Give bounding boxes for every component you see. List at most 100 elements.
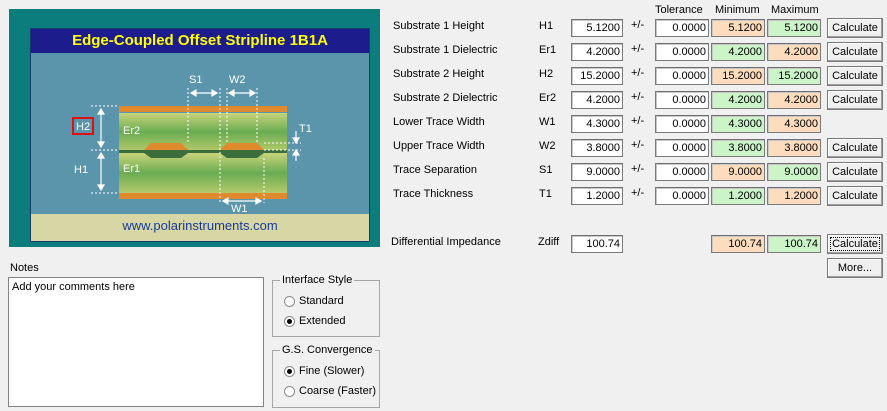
param-symbol-w1: W1 xyxy=(539,116,556,128)
calculate-er2-button[interactable]: Calculate xyxy=(827,90,883,110)
t1-max-field[interactable]: 1.2000 xyxy=(767,187,821,205)
label-er1: Er1 xyxy=(123,163,140,175)
zdiff-value-field[interactable]: 100.74 xyxy=(571,235,623,253)
top-plane xyxy=(119,106,287,112)
upper-trace-right xyxy=(220,143,264,150)
h2-value-field[interactable]: 15.2000 xyxy=(571,67,623,85)
label-w1: W1 xyxy=(231,203,248,214)
dielectric-er1 xyxy=(119,153,287,193)
param-label-t1: Trace Thickness xyxy=(393,188,474,200)
label-h1: H1 xyxy=(74,164,88,176)
h2-tolerance-field[interactable]: 0.0000 xyxy=(655,67,709,85)
radio-fine-indicator[interactable] xyxy=(284,366,295,377)
h1-tolerance-field[interactable]: 0.0000 xyxy=(655,19,709,37)
radio-extended-indicator[interactable] xyxy=(284,316,295,327)
calculate-h2-button[interactable]: Calculate xyxy=(827,66,883,86)
notes-textarea[interactable]: Add your comments here xyxy=(8,277,264,407)
w1-tolerance-field[interactable]: 0.0000 xyxy=(655,115,709,133)
zdiff-max-field[interactable]: 100.74 xyxy=(767,235,821,253)
w1-value-field[interactable]: 4.3000 xyxy=(571,115,623,133)
calculate-w2-button[interactable]: Calculate xyxy=(827,138,883,158)
radio-standard-indicator[interactable] xyxy=(284,296,295,307)
diagram-image: Edge-Coupled Offset Stripline 1B1A S1 W2… xyxy=(30,28,370,242)
h2-max-field[interactable]: 15.2000 xyxy=(767,67,821,85)
radio-standard-label[interactable]: Standard xyxy=(299,295,344,307)
diagram-title: Edge-Coupled Offset Stripline 1B1A xyxy=(31,29,369,53)
header-minimum: Minimum xyxy=(715,4,760,16)
h1-value-field[interactable]: 5.1200 xyxy=(571,19,623,37)
s1-min-field[interactable]: 9.0000 xyxy=(711,163,765,181)
s1-value-field[interactable]: 9.0000 xyxy=(571,163,623,181)
t1-min-field[interactable]: 1.2000 xyxy=(711,187,765,205)
calculate-t1-button[interactable]: Calculate xyxy=(827,186,883,206)
interface-style-title: Interface Style xyxy=(280,274,355,286)
er2-tolerance-field[interactable]: 0.0000 xyxy=(655,91,709,109)
w1-min-field[interactable]: 4.3000 xyxy=(711,115,765,133)
more-button[interactable]: More... xyxy=(827,258,883,278)
param-symbol-t1: T1 xyxy=(539,188,552,200)
param-label-s1: Trace Separation xyxy=(393,164,477,176)
h2-min-field[interactable]: 15.2000 xyxy=(711,67,765,85)
param-label-w2: Upper Trace Width xyxy=(393,140,485,152)
calculate-h1-button[interactable]: Calculate xyxy=(827,18,883,38)
s1-tolerance-field[interactable]: 0.0000 xyxy=(655,163,709,181)
calculate-er1-button[interactable]: Calculate xyxy=(827,42,883,62)
label-w2: W2 xyxy=(229,74,246,86)
param-label-h1: Substrate 1 Height xyxy=(393,20,485,32)
middle-line xyxy=(119,150,287,153)
plus-minus-er1: +/- xyxy=(631,43,645,55)
impedance-label: Differential Impedance xyxy=(391,236,501,248)
w1-max-field[interactable]: 4.3000 xyxy=(767,115,821,133)
er1-min-field[interactable]: 4.2000 xyxy=(711,43,765,61)
param-symbol-er1: Er1 xyxy=(539,44,557,56)
radio-fine-label[interactable]: Fine (Slower) xyxy=(299,365,364,377)
impedance-symbol: Zdiff xyxy=(538,236,560,248)
t1-tolerance-field[interactable]: 0.0000 xyxy=(655,187,709,205)
w2-min-field[interactable]: 3.8000 xyxy=(711,139,765,157)
er2-max-field[interactable]: 4.2000 xyxy=(767,91,821,109)
er2-value-field[interactable]: 4.2000 xyxy=(571,91,623,109)
er1-value-field[interactable]: 4.2000 xyxy=(571,43,623,61)
w2-value-field[interactable]: 3.8000 xyxy=(571,139,623,157)
lower-trace-left xyxy=(144,153,188,158)
interface-style-group xyxy=(272,280,380,337)
header-maximum: Maximum xyxy=(771,4,819,16)
plus-minus-t1: +/- xyxy=(631,187,645,199)
convergence-title: G.S. Convergence xyxy=(280,344,375,356)
er2-min-field[interactable]: 4.2000 xyxy=(711,91,765,109)
plus-minus-s1: +/- xyxy=(631,163,645,175)
label-s1: S1 xyxy=(189,74,202,86)
stripline-cross-section: S1 W2 H2 Er2 T1 H1 Er1 W1 xyxy=(72,74,312,214)
param-symbol-h1: H1 xyxy=(539,20,554,32)
bottom-plane xyxy=(119,193,287,199)
h1-min-field[interactable]: 5.1200 xyxy=(711,19,765,37)
dielectric-er2 xyxy=(119,113,287,151)
er1-max-field[interactable]: 4.2000 xyxy=(767,43,821,61)
param-symbol-h2: H2 xyxy=(539,68,554,80)
plus-minus-w2: +/- xyxy=(631,139,645,151)
zdiff-min-field[interactable]: 100.74 xyxy=(711,235,765,253)
t1-value-field[interactable]: 1.2000 xyxy=(571,187,623,205)
param-label-h2: Substrate 2 Height xyxy=(393,68,485,80)
radio-coarse-label[interactable]: Coarse (Faster) xyxy=(299,385,376,397)
upper-trace-left xyxy=(144,143,188,150)
radio-extended-label[interactable]: Extended xyxy=(299,315,345,327)
param-symbol-s1: S1 xyxy=(539,164,553,176)
plus-minus-er2: +/- xyxy=(631,91,645,103)
diagram-footer-url: www.polarinstruments.com xyxy=(31,214,369,241)
w2-max-field[interactable]: 3.8000 xyxy=(767,139,821,157)
param-label-er2: Substrate 2 Dielectric xyxy=(393,92,498,104)
param-symbol-w2: W2 xyxy=(539,140,556,152)
convergence-group xyxy=(272,350,380,408)
calculate-s1-button[interactable]: Calculate xyxy=(827,162,883,182)
er1-tolerance-field[interactable]: 0.0000 xyxy=(655,43,709,61)
radio-coarse-indicator[interactable] xyxy=(284,386,295,397)
lower-trace-right xyxy=(220,153,264,158)
param-label-er1: Substrate 1 Dielectric xyxy=(393,44,498,56)
calculate-zdiff-button[interactable]: Calculate xyxy=(827,234,883,254)
w2-tolerance-field[interactable]: 0.0000 xyxy=(655,139,709,157)
plus-minus-h1: +/- xyxy=(631,19,645,31)
s1-max-field[interactable]: 9.0000 xyxy=(767,163,821,181)
notes-label: Notes xyxy=(10,262,39,274)
h1-max-field[interactable]: 5.1200 xyxy=(767,19,821,37)
